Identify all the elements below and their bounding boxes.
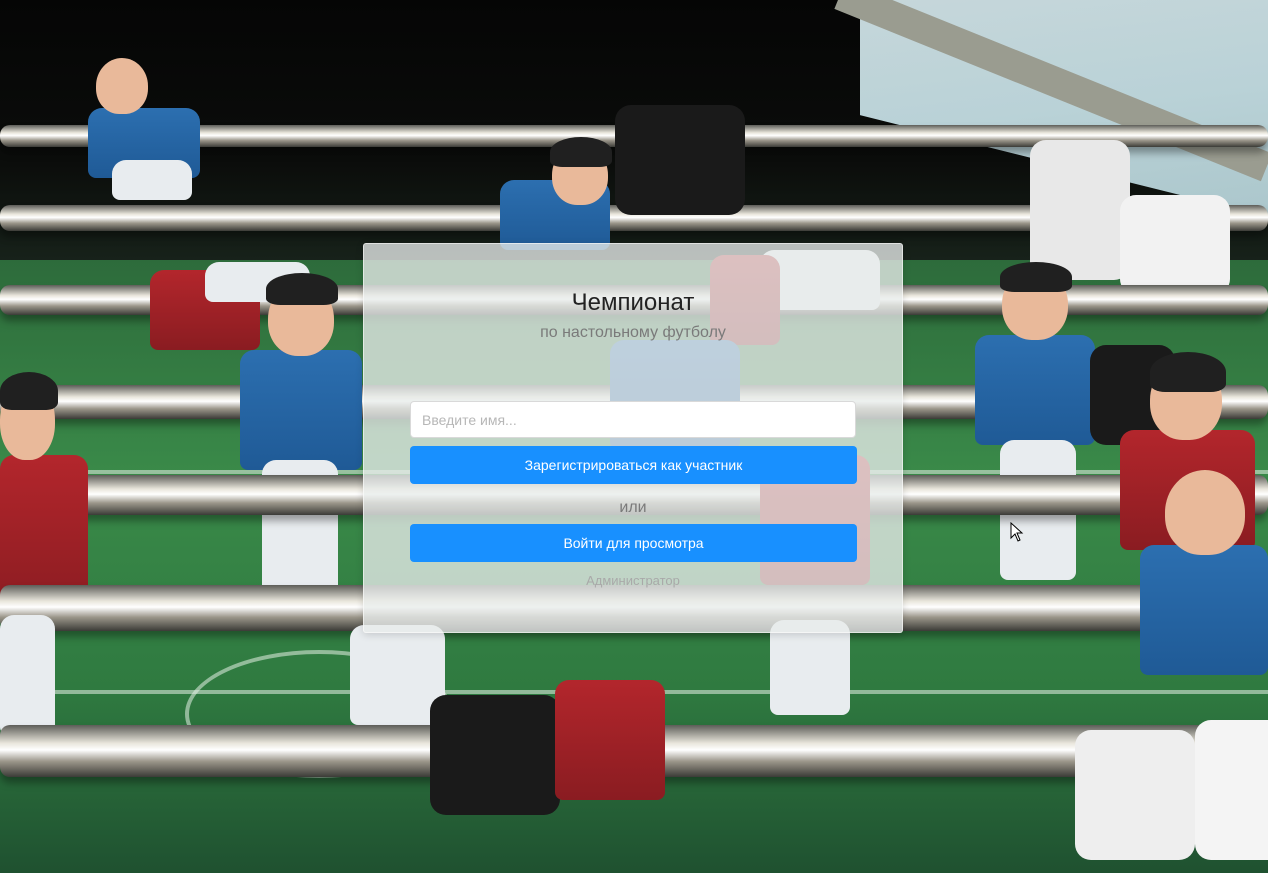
player-hair bbox=[0, 372, 58, 410]
mouse-cursor-icon bbox=[1010, 522, 1024, 542]
player-hair bbox=[266, 273, 338, 305]
rod-handle bbox=[1195, 720, 1268, 860]
player-figure bbox=[112, 160, 192, 200]
view-login-button[interactable]: Войти для просмотра bbox=[410, 524, 857, 562]
page-subtitle: по настольному футболу bbox=[540, 324, 726, 341]
player-head bbox=[1165, 470, 1245, 555]
page-title: Чемпионат bbox=[571, 289, 695, 316]
player-figure bbox=[240, 350, 362, 470]
name-input[interactable] bbox=[410, 401, 856, 438]
player-hair bbox=[1000, 262, 1072, 292]
player-figure bbox=[770, 620, 850, 715]
register-participant-button[interactable]: Зарегистрироваться как участник bbox=[410, 446, 857, 484]
player-figure bbox=[975, 335, 1095, 445]
player-figure bbox=[0, 615, 55, 735]
or-separator: или bbox=[619, 499, 647, 516]
admin-link[interactable]: Администратор bbox=[364, 573, 902, 588]
rod-handle bbox=[1120, 195, 1230, 295]
player-figure bbox=[555, 680, 665, 800]
player-figure bbox=[1140, 545, 1268, 675]
player-hair bbox=[1150, 352, 1226, 392]
registration-card: Чемпионат по настольному футболу Зарегис… bbox=[363, 243, 903, 633]
player-hair bbox=[550, 137, 612, 167]
rod-handle bbox=[1030, 140, 1130, 280]
rod-bumper bbox=[615, 105, 745, 215]
rod-bumper bbox=[430, 695, 560, 815]
player-head bbox=[96, 58, 148, 114]
rod-handle bbox=[1075, 730, 1195, 860]
